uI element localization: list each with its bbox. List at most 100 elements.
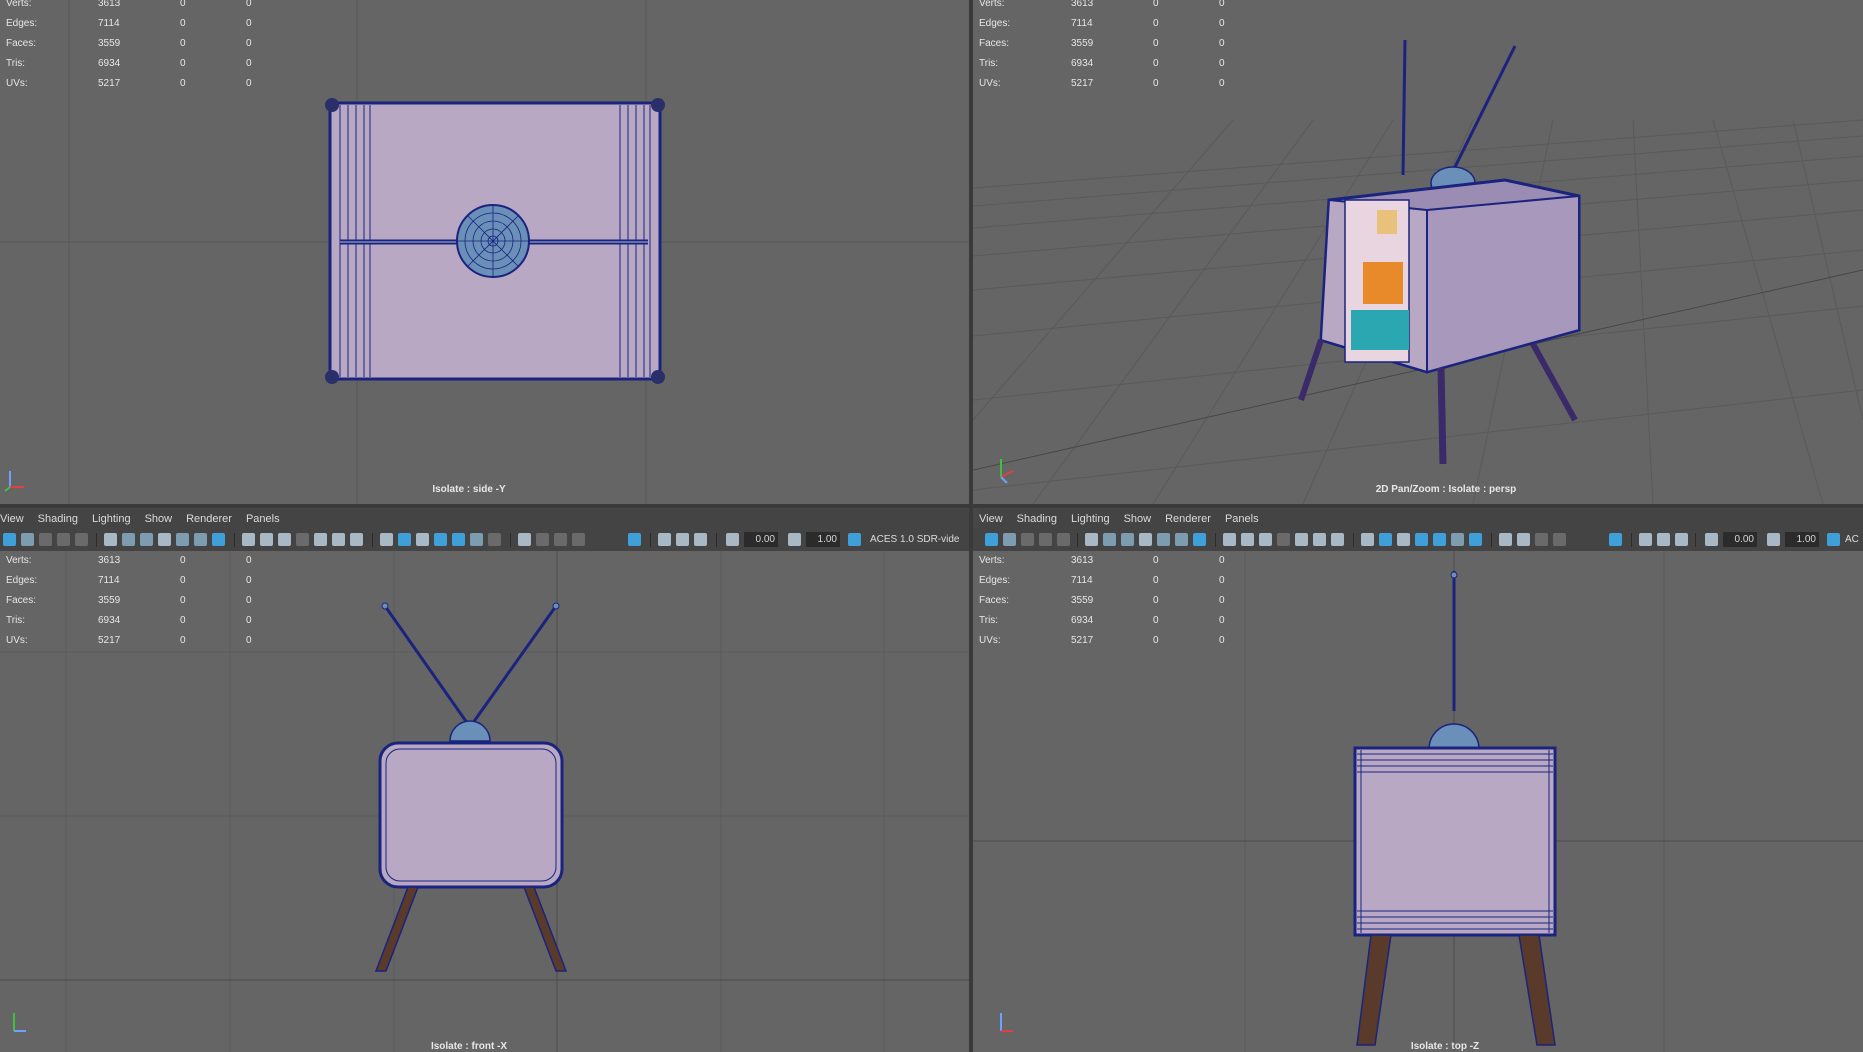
axis-gizmo-icon <box>4 471 24 492</box>
viewport-side[interactable]: Verts: 3613 0 0 Edges: 7114 0 0 Faces: 3559 0 0 T… <box>0 0 969 504</box>
xray-icon[interactable] <box>658 533 671 546</box>
camera-attributes-icon[interactable] <box>1003 533 1016 546</box>
gamma-icon[interactable] <box>1767 533 1780 546</box>
bookmark-flag-icon[interactable] <box>1139 533 1152 546</box>
depth-of-field-icon[interactable] <box>1553 533 1566 546</box>
color-management-icon[interactable] <box>848 533 861 546</box>
wireframe-on-shaded-icon[interactable] <box>434 533 447 546</box>
camera-icon[interactable] <box>104 533 117 546</box>
resolution-gate-icon[interactable] <box>278 533 291 546</box>
film-gate-icon[interactable] <box>260 533 273 546</box>
xray-joints-icon[interactable] <box>1675 533 1688 546</box>
motion-blur-icon[interactable] <box>536 533 549 546</box>
use-all-lights-icon[interactable] <box>470 533 483 546</box>
select-camera-icon[interactable] <box>985 533 998 546</box>
depth-of-field-icon[interactable] <box>572 533 585 546</box>
viewport-top[interactable]: Verts: 3613 0 0 Edges: 7114 0 0 Faces: 3559 0 0 T… <box>973 551 1863 1052</box>
camera-icon[interactable] <box>1085 533 1098 546</box>
smooth-shade-icon[interactable] <box>398 533 411 546</box>
textured-icon[interactable] <box>1433 533 1446 546</box>
default-material-icon[interactable] <box>1397 533 1410 546</box>
viewport-front[interactable]: Verts: 3613 0 0 Edges: 7114 0 0 Faces: 3559 0 0 T… <box>0 551 969 1052</box>
select-camera-icon[interactable] <box>3 533 16 546</box>
viewport-caption-persp: 2D Pan/Zoom : Isolate : persp <box>1375 484 1517 495</box>
use-all-lights-icon[interactable] <box>1451 533 1464 546</box>
bookmark-icon[interactable] <box>1021 533 1034 546</box>
menu-show[interactable]: Show <box>1124 509 1152 529</box>
view-transform-label[interactable]: ACES 1.0 SDR-vide <box>870 529 959 551</box>
bookmark-icon[interactable] <box>39 533 52 546</box>
2d-pan-zoom-icon[interactable] <box>1121 533 1134 546</box>
camera-attributes-icon[interactable] <box>21 533 34 546</box>
gate-mask-icon[interactable] <box>296 533 309 546</box>
screen-space-ao-icon[interactable] <box>1499 533 1512 546</box>
film-gate-icon[interactable] <box>1241 533 1254 546</box>
wireframe-icon[interactable] <box>1361 533 1374 546</box>
menu-panels[interactable]: Panels <box>1225 509 1259 529</box>
field-chart-icon[interactable] <box>314 533 327 546</box>
wireframe-icon[interactable] <box>380 533 393 546</box>
safe-action-icon[interactable] <box>1313 533 1326 546</box>
image-plane-icon[interactable] <box>57 533 70 546</box>
isolate-select-icon[interactable] <box>628 533 641 546</box>
exposure-field[interactable]: 0.00 <box>744 532 778 547</box>
menu-lighting[interactable]: Lighting <box>92 509 131 529</box>
xray-icon[interactable] <box>1639 533 1652 546</box>
grid-icon[interactable] <box>1223 533 1236 546</box>
safe-title-icon[interactable] <box>350 533 363 546</box>
grease-pencil-icon[interactable] <box>1057 533 1070 546</box>
camera-lock-icon[interactable] <box>1103 533 1116 546</box>
2d-pan-zoom-icon[interactable] <box>140 533 153 546</box>
image-plane-icon[interactable] <box>1039 533 1052 546</box>
menu-shading[interactable]: Shading <box>38 509 78 529</box>
resolution-gate-icon[interactable] <box>1259 533 1272 546</box>
grease-pencil-tool-icon[interactable] <box>1157 533 1170 546</box>
menu-show[interactable]: Show <box>145 509 173 529</box>
isolate-select-icon[interactable] <box>1609 533 1622 546</box>
color-management-icon[interactable] <box>1827 533 1840 546</box>
menu-view[interactable]: View <box>0 509 24 529</box>
grid-icon[interactable] <box>242 533 255 546</box>
maya-four-view-layout: Verts: 3613 0 0 Edges: 7114 0 0 Faces: 3559 0 0 T… <box>0 0 1863 1052</box>
divider-horizontal[interactable] <box>0 504 1863 508</box>
motion-blur-icon[interactable] <box>1517 533 1530 546</box>
pencil-icon[interactable] <box>194 533 207 546</box>
xray-active-icon[interactable] <box>1657 533 1670 546</box>
shadows-icon[interactable] <box>488 533 501 546</box>
default-material-icon[interactable] <box>416 533 429 546</box>
field-chart-icon[interactable] <box>1295 533 1308 546</box>
menu-renderer[interactable]: Renderer <box>186 509 232 529</box>
exposure-field[interactable]: 0.00 <box>1723 532 1757 547</box>
pencil-icon[interactable] <box>1175 533 1188 546</box>
wireframe-on-shaded-icon[interactable] <box>1415 533 1428 546</box>
shadows-icon[interactable] <box>1469 533 1482 546</box>
view-transform-label[interactable]: AC <box>1845 529 1859 551</box>
gamma-field[interactable]: 1.00 <box>806 532 840 547</box>
exposure-icon[interactable] <box>1705 533 1718 546</box>
gamma-field[interactable]: 1.00 <box>1785 532 1819 547</box>
gamma-icon[interactable] <box>788 533 801 546</box>
xray-active-icon[interactable] <box>676 533 689 546</box>
textured-icon[interactable] <box>452 533 465 546</box>
viewport-persp[interactable]: Verts: 3613 0 0 Edges: 7114 0 0 Faces: 3559 0 0 T… <box>973 0 1863 504</box>
camera-lock-icon[interactable] <box>122 533 135 546</box>
menu-renderer[interactable]: Renderer <box>1165 509 1211 529</box>
brush-icon[interactable] <box>212 533 225 546</box>
screen-space-ao-icon[interactable] <box>518 533 531 546</box>
safe-title-icon[interactable] <box>1331 533 1344 546</box>
grease-pencil-tool-icon[interactable] <box>176 533 189 546</box>
multisample-aa-icon[interactable] <box>554 533 567 546</box>
menu-shading[interactable]: Shading <box>1017 509 1057 529</box>
xray-joints-icon[interactable] <box>694 533 707 546</box>
multisample-aa-icon[interactable] <box>1535 533 1548 546</box>
bookmark-flag-icon[interactable] <box>158 533 171 546</box>
menu-lighting[interactable]: Lighting <box>1071 509 1110 529</box>
exposure-icon[interactable] <box>726 533 739 546</box>
gate-mask-icon[interactable] <box>1277 533 1290 546</box>
menu-view[interactable]: View <box>979 509 1003 529</box>
menu-panels[interactable]: Panels <box>246 509 280 529</box>
safe-action-icon[interactable] <box>332 533 345 546</box>
smooth-shade-icon[interactable] <box>1379 533 1392 546</box>
brush-icon[interactable] <box>1193 533 1206 546</box>
grease-pencil-icon[interactable] <box>75 533 88 546</box>
